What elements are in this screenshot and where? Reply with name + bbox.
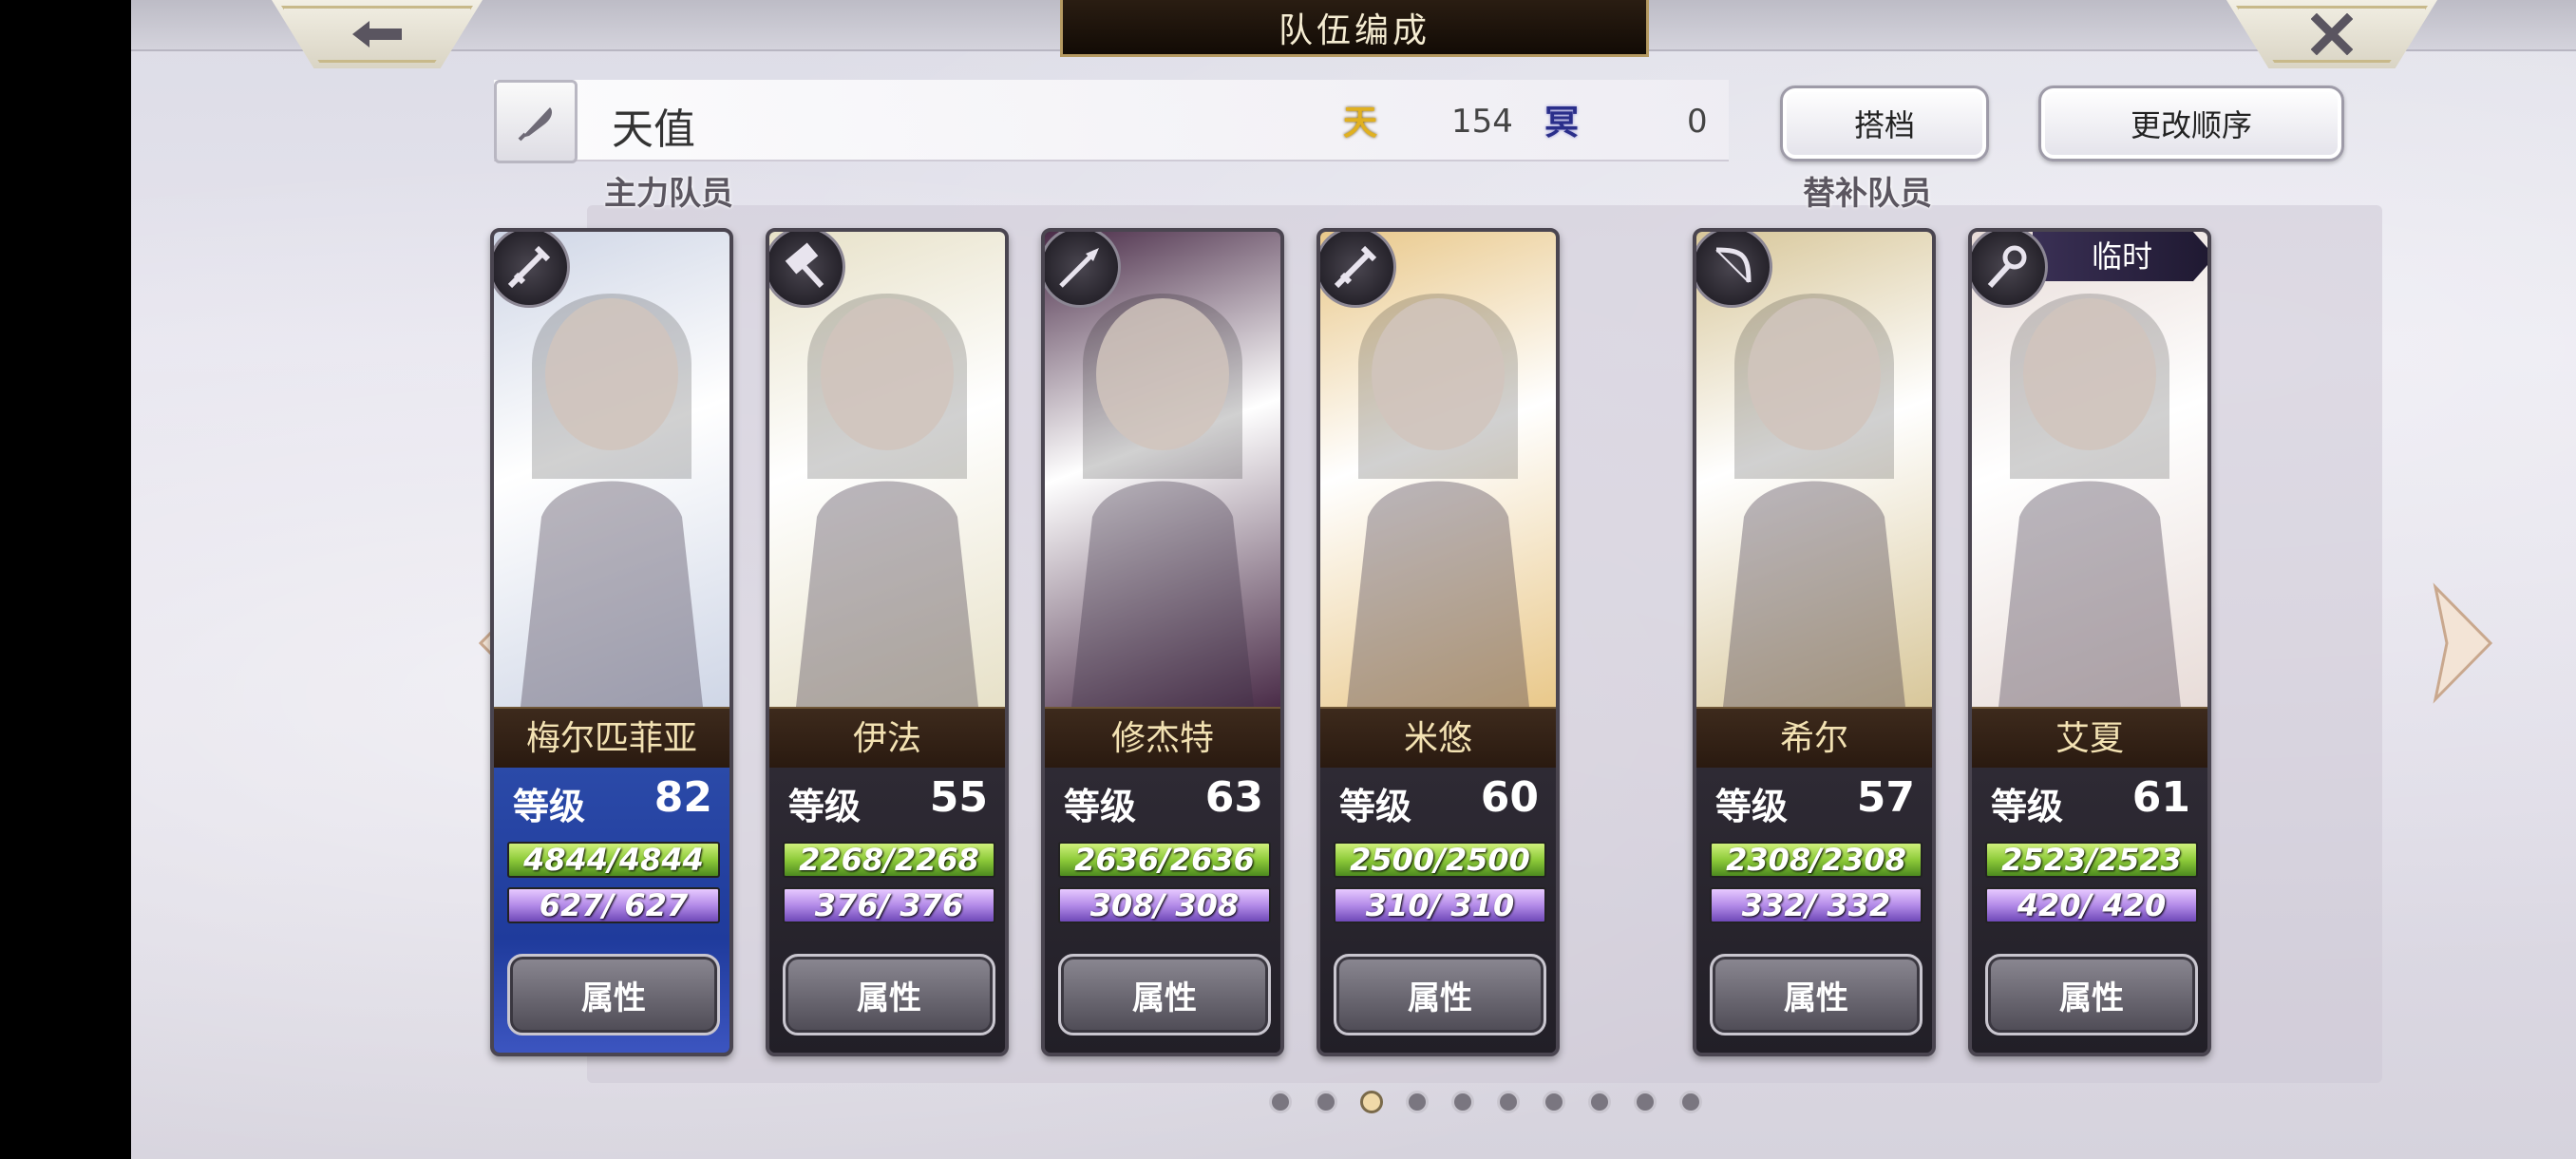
character-stats: 等级 57 2308/2308 332/ 332 属性 xyxy=(1696,768,1932,1053)
character-card[interactable]: 梅尔匹菲亚 等级 82 4844/4844 627/ 627 属性 xyxy=(490,228,733,1056)
attributes-button[interactable]: 属性 xyxy=(1334,954,1546,1036)
level-value: 57 xyxy=(1856,773,1915,822)
hell-value: 0 xyxy=(1687,103,1708,141)
level-value: 55 xyxy=(929,773,988,822)
heaven-value: 154 xyxy=(1451,103,1513,141)
page-title: 队伍编成 xyxy=(1060,0,1649,57)
character-name: 希尔 xyxy=(1696,707,1932,768)
partner-button[interactable]: 搭档 xyxy=(1780,86,1989,162)
sword-icon xyxy=(1320,232,1396,308)
temporary-badge: 临时 xyxy=(2033,232,2207,281)
hp-bar: 2308/2308 xyxy=(1710,842,1923,878)
page-dot[interactable] xyxy=(1588,1091,1611,1113)
attributes-button[interactable]: 属性 xyxy=(1710,954,1923,1036)
mp-bar: 627/ 627 xyxy=(507,887,720,923)
character-card[interactable]: 希尔 等级 57 2308/2308 332/ 332 属性 xyxy=(1693,228,1936,1056)
spear-icon xyxy=(1045,232,1121,308)
character-name: 伊法 xyxy=(769,707,1005,768)
back-arrow-icon xyxy=(352,21,402,48)
attributes-button[interactable]: 属性 xyxy=(1058,954,1271,1036)
close-button[interactable] xyxy=(2226,0,2437,68)
character-stats: 等级 61 2523/2523 420/ 420 属性 xyxy=(1972,768,2207,1053)
mp-bar: 310/ 310 xyxy=(1334,887,1546,923)
level-label: 等级 xyxy=(1991,786,2064,827)
level-label: 等级 xyxy=(1339,786,1412,827)
level-label: 等级 xyxy=(1064,786,1137,827)
hammer-icon xyxy=(769,232,845,308)
page-dot[interactable] xyxy=(1451,1091,1474,1113)
character-card[interactable]: 伊法 等级 55 2268/2268 376/ 376 属性 xyxy=(766,228,1009,1056)
close-icon xyxy=(2311,13,2353,55)
level-label: 等级 xyxy=(1715,786,1789,827)
bow-icon xyxy=(1696,232,1772,308)
character-stats: 等级 60 2500/2500 310/ 310 属性 xyxy=(1320,768,1556,1053)
staff-icon xyxy=(1972,232,2048,308)
sword-icon xyxy=(494,232,570,308)
page-indicator xyxy=(1269,1091,1702,1113)
attributes-button[interactable]: 属性 xyxy=(1985,954,2198,1036)
hp-bar: 2523/2523 xyxy=(1985,842,2198,878)
mp-bar: 332/ 332 xyxy=(1710,887,1923,923)
level-value: 63 xyxy=(1204,773,1263,822)
hp-bar: 4844/4844 xyxy=(507,842,720,878)
page-dot[interactable] xyxy=(1543,1091,1565,1113)
mp-bar: 308/ 308 xyxy=(1058,887,1271,923)
character-card[interactable]: 修杰特 等级 63 2636/2636 308/ 308 属性 xyxy=(1041,228,1284,1056)
page-dot[interactable] xyxy=(1315,1091,1337,1113)
level-value: 61 xyxy=(2131,773,2190,822)
character-stats: 等级 55 2268/2268 376/ 376 属性 xyxy=(769,768,1005,1053)
character-card[interactable]: 临时 艾夏 等级 61 2523/2523 420/ 420 属性 xyxy=(1968,228,2211,1056)
game-screen: 队伍编成 天值 天 154 冥 0 搭档 更改顺序 主力队员 替补队员 梅尔匹菲… xyxy=(131,0,2576,1159)
character-card[interactable]: 米悠 等级 60 2500/2500 310/ 310 属性 xyxy=(1316,228,1560,1056)
page-dot[interactable] xyxy=(1360,1091,1383,1113)
attributes-button[interactable]: 属性 xyxy=(507,954,720,1036)
level-value: 60 xyxy=(1480,773,1539,822)
page-dot[interactable] xyxy=(1679,1091,1702,1113)
team-name: 天值 xyxy=(612,105,695,154)
mp-bar: 420/ 420 xyxy=(1985,887,2198,923)
page-dot[interactable] xyxy=(1634,1091,1657,1113)
level-label: 等级 xyxy=(788,786,862,827)
page-dot[interactable] xyxy=(1406,1091,1429,1113)
main-members-label: 主力队员 xyxy=(604,175,733,213)
edit-team-name-button[interactable] xyxy=(494,80,578,163)
level-label: 等级 xyxy=(513,786,586,827)
mp-bar: 376/ 376 xyxy=(783,887,995,923)
level-value: 82 xyxy=(653,773,712,822)
quill-icon xyxy=(518,107,552,142)
substitute-members-label: 替补队员 xyxy=(1803,175,1932,213)
character-stats: 等级 82 4844/4844 627/ 627 属性 xyxy=(494,768,729,1053)
character-name: 米悠 xyxy=(1320,707,1556,768)
page-dot[interactable] xyxy=(1497,1091,1520,1113)
attributes-button[interactable]: 属性 xyxy=(783,954,995,1036)
hp-bar: 2500/2500 xyxy=(1334,842,1546,878)
hell-icon: 冥 xyxy=(1544,103,1579,142)
change-order-button[interactable]: 更改顺序 xyxy=(2038,86,2344,162)
character-name: 修杰特 xyxy=(1045,707,1280,768)
heaven-icon: 天 xyxy=(1342,103,1377,142)
character-name: 梅尔匹菲亚 xyxy=(494,707,729,768)
character-stats: 等级 63 2636/2636 308/ 308 属性 xyxy=(1045,768,1280,1053)
hp-bar: 2268/2268 xyxy=(783,842,995,878)
hp-bar: 2636/2636 xyxy=(1058,842,1271,878)
next-page-arrow-icon[interactable] xyxy=(2430,581,2496,705)
back-button[interactable] xyxy=(272,0,483,68)
page-dot[interactable] xyxy=(1269,1091,1292,1113)
character-name: 艾夏 xyxy=(1972,707,2207,768)
